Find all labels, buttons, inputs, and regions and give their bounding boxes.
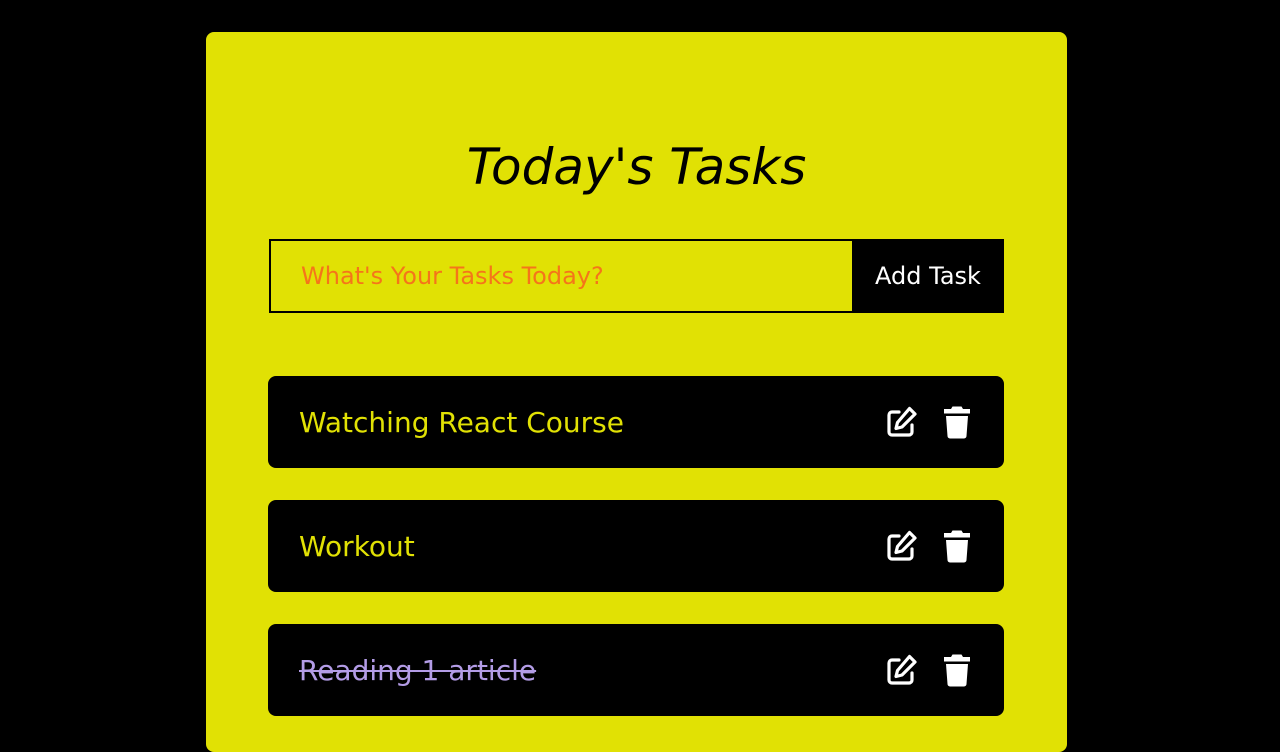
edit-icon[interactable]: [884, 652, 918, 688]
task-list: Watching React Course Workout Reading 1 …: [268, 376, 1004, 748]
trash-icon[interactable]: [940, 528, 974, 564]
task-item[interactable]: Workout: [268, 500, 1004, 592]
task-actions: [884, 652, 974, 688]
task-text-completed[interactable]: Reading 1 article: [299, 654, 536, 687]
edit-icon[interactable]: [884, 404, 918, 440]
add-task-button[interactable]: Add Task: [852, 239, 1004, 313]
task-actions: [884, 404, 974, 440]
add-task-form: Add Task: [269, 239, 1004, 313]
edit-icon[interactable]: [884, 528, 918, 564]
task-item[interactable]: Reading 1 article: [268, 624, 1004, 716]
task-input[interactable]: [269, 239, 852, 313]
task-item[interactable]: Watching React Course: [268, 376, 1004, 468]
task-text[interactable]: Workout: [299, 530, 415, 563]
trash-icon[interactable]: [940, 404, 974, 440]
page-title: Today's Tasks: [466, 138, 807, 196]
task-actions: [884, 528, 974, 564]
todo-card: Today's Tasks Add Task Watching React Co…: [206, 32, 1067, 752]
trash-icon[interactable]: [940, 652, 974, 688]
task-text[interactable]: Watching React Course: [299, 406, 624, 439]
